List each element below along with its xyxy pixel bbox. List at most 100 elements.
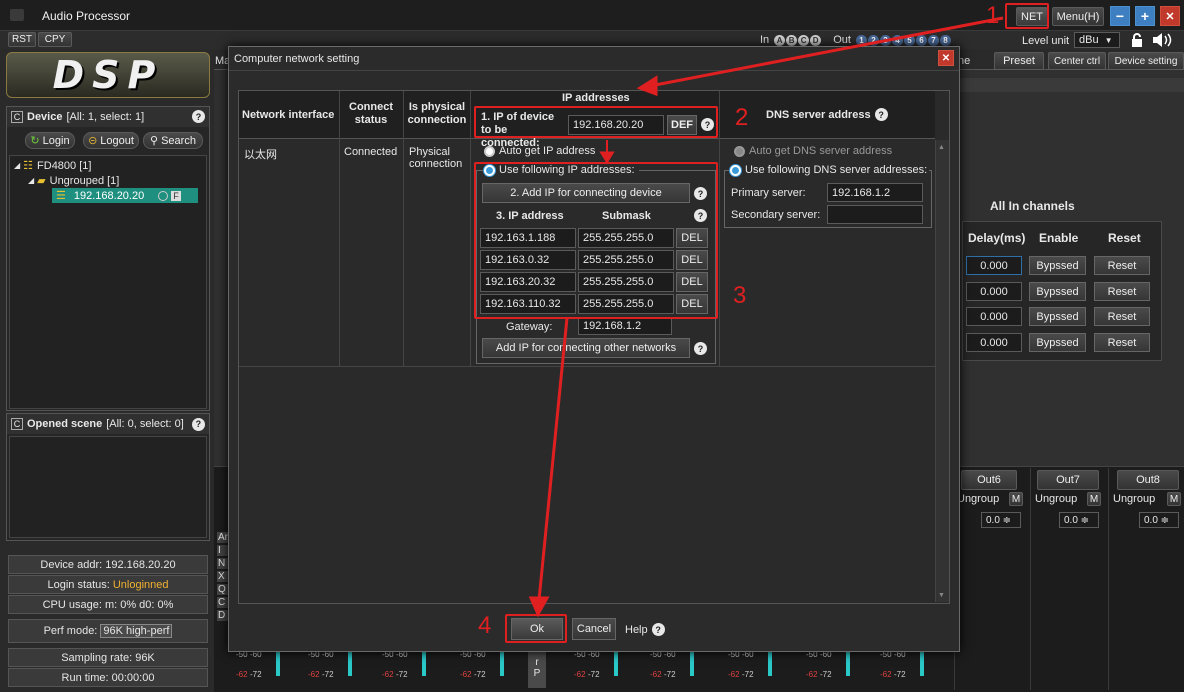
delay-field-1[interactable]: 0.000 [966,256,1022,275]
speaker-icon[interactable] [1152,33,1174,47]
meter-tick-label: -72 [742,670,754,679]
minimize-button[interactable]: − [1110,6,1130,26]
tree-root-label: FD4800 [1] [37,159,92,172]
out8-mute-button[interactable]: M [1167,492,1181,506]
lock-icon[interactable] [1130,33,1144,47]
col-dns: DNS server address ? [766,108,888,121]
search-button[interactable]: ⚲ Search [143,132,203,149]
level-unit-select[interactable]: dBu ▼ [1074,32,1120,48]
in-c-indicator[interactable]: C [798,34,810,46]
dialog-close-button[interactable]: ✕ [938,50,954,66]
bottom-p-tab[interactable]: r P [528,648,546,688]
help-icon[interactable]: ? [874,108,888,121]
bypass-button-3[interactable]: Bypssed [1029,307,1086,326]
level-meter [690,650,694,676]
scroll-down-icon[interactable]: ▼ [938,592,945,599]
scene-panel: C Opened scene [All: 0, select: 0] ? [6,413,210,541]
use-dns-label: Use following DNS server addresses: [745,164,928,176]
close-window-button[interactable]: ✕ [1160,6,1180,26]
meter-tick-label: -72 [588,670,600,679]
in-d-indicator[interactable]: D [810,34,822,46]
search-label: Search [161,134,196,147]
help-icon[interactable]: ? [192,110,205,123]
in-b-indicator[interactable]: B [786,34,798,46]
out-4-indicator[interactable]: 4 [891,34,903,46]
help-link[interactable]: Help? [625,623,665,636]
reset-button-2[interactable]: Reset [1094,282,1150,301]
maximize-button[interactable]: + [1135,6,1155,26]
out7-mute-button[interactable]: M [1087,492,1101,506]
meter-column: -50 -60 -62 -72 [308,650,368,688]
in-a-indicator[interactable]: A [774,34,786,46]
help-icon: ? [651,623,665,636]
secondary-field[interactable] [827,205,923,224]
menu-button[interactable]: Menu(H) [1052,7,1104,26]
tree-device[interactable]: ☰ 192.168.20.20 F [52,188,198,203]
out8-label[interactable]: Out8 [1117,470,1179,490]
out6-mute-button[interactable]: M [1009,492,1023,506]
out6-gain[interactable]: 0.0 ≑ [981,512,1021,528]
login-button[interactable]: ↻ Login [25,132,75,149]
scene-header-count: [All: 0, select: 0] [106,418,184,430]
collapse-icon[interactable]: C [11,111,23,123]
out8-gain[interactable]: 0.0 ≑ [1139,512,1179,528]
perf-mode-value[interactable]: 96K high-perf [100,624,173,638]
tree-group[interactable]: ◢ ▰ Ungrouped [1] [28,174,120,188]
out-3-indicator[interactable]: 3 [879,34,891,46]
cancel-button[interactable]: Cancel [572,618,616,640]
tab-device-setting[interactable]: Device setting [1108,52,1184,70]
out-5-indicator[interactable]: 5 [903,34,915,46]
level-unit-value: dBu [1079,34,1099,46]
out-6-indicator[interactable]: 6 [915,34,927,46]
dialog-scrollbar[interactable] [935,140,949,602]
help-icon[interactable]: ? [191,417,205,431]
out-7-indicator[interactable]: 7 [927,34,939,46]
rst-button[interactable]: RST [8,32,36,47]
tab-center-ctrl[interactable]: Center ctrl [1048,52,1106,70]
add-ip-other-button[interactable]: Add IP for connecting other networks [482,338,690,358]
tree-group-label: Ungrouped [1] [49,174,120,187]
out-8-indicator[interactable]: 8 [939,34,951,46]
bypass-button-4[interactable]: Bypssed [1029,333,1086,352]
device-tree: ◢ ☷ FD4800 [1] ◢ ▰ Ungrouped [1] ☰ 192.1… [9,155,207,409]
bypass-button-2[interactable]: Bypssed [1029,282,1086,301]
tree-root[interactable]: ◢ ☷ FD4800 [1] [14,159,92,173]
out6-label[interactable]: Out6 [961,470,1017,490]
auto-ip-radio[interactable]: Auto get IP address [484,145,595,157]
out-1-indicator[interactable]: 1 [855,34,867,46]
primary-field[interactable]: 192.168.1.2 [827,183,923,202]
in-channel-indicators: In A B C D Out 1 2 3 4 5 6 7 8 [760,34,951,46]
delay-field-2[interactable]: 0.000 [966,282,1022,301]
use-dns-radio[interactable]: Use following DNS server addresses: [730,164,930,176]
out7-gain[interactable]: 0.0 ≑ [1059,512,1099,528]
out-2-indicator[interactable]: 2 [867,34,879,46]
gateway-label: Gateway: [506,321,553,333]
gateway-field[interactable]: 192.168.1.2 [578,317,672,335]
search-icon: ⚲ [150,135,159,147]
out7-group[interactable]: Ungroup [1035,493,1077,505]
auto-dns-radio[interactable]: Auto get DNS server address [734,145,892,157]
reset-button-3[interactable]: Reset [1094,307,1150,326]
tree-device-label: 192.168.20.20 [73,189,145,202]
delay-field-3[interactable]: 0.000 [966,307,1022,326]
out8-group[interactable]: Ungroup [1113,493,1155,505]
logout-button[interactable]: ⊝ Logout [83,132,139,149]
reset-button-4[interactable]: Reset [1094,333,1150,352]
perf-mode[interactable]: Perf mode: 96K high-perf [8,619,208,643]
help-icon[interactable]: ? [694,342,707,355]
perf-mode-label: Perf mode: [43,625,98,637]
scroll-up-icon[interactable]: ▲ [938,144,945,151]
delay-field-4[interactable]: 0.000 [966,333,1022,352]
tab-preset[interactable]: Preset [994,52,1044,70]
device-header-count: [All: 1, select: 1] [66,111,145,123]
out7-label[interactable]: Out7 [1037,470,1099,490]
cpy-button[interactable]: CPY [38,32,72,47]
output-strip-out8: Out8 Ungroup M 0.0 ≑ [1108,468,1184,690]
out6-group[interactable]: Ungroup [957,493,999,505]
annotation-2: 2 [735,104,749,131]
iface-physical: Physical connection [409,146,463,170]
bypass-button-1[interactable]: Bypssed [1029,256,1086,275]
collapse-icon[interactable]: C [11,418,23,430]
col-ip-addresses: IP addresses [562,92,630,104]
reset-button-1[interactable]: Reset [1094,256,1150,275]
